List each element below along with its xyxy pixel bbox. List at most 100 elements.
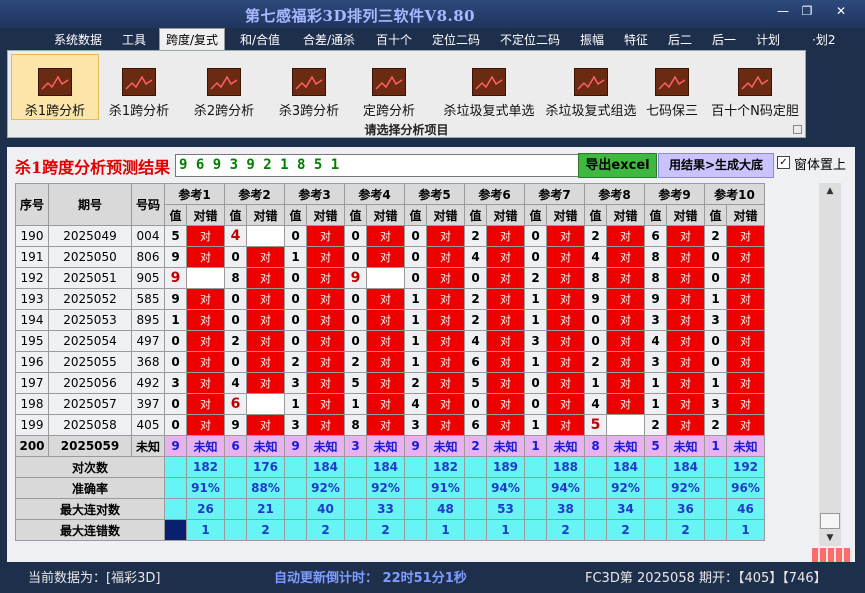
- table-row[interactable]: 194 2025053 895 1 对 0 对 0 对 0 对 1 对 2 对 1 对 0 对 3 对 3 对: [15, 309, 765, 331]
- value-cell: 3: [404, 414, 427, 436]
- ok-subheader: 对错: [246, 204, 285, 226]
- ribbon-expand-icon[interactable]: [793, 125, 802, 134]
- hit-cell: 对: [246, 372, 285, 394]
- miss-cell: [366, 267, 405, 289]
- miss-cell: [186, 267, 225, 289]
- value-cell: 2: [584, 351, 607, 373]
- value-cell: 1: [404, 288, 427, 310]
- value-subheader: 值: [584, 204, 607, 226]
- menu-system-data[interactable]: 系统数据: [54, 31, 102, 48]
- hit-cell: 对: [486, 372, 525, 394]
- hit-cell: 对: [486, 393, 525, 415]
- minimize-button[interactable]: —: [772, 4, 794, 18]
- stats-label: 最大连对数: [15, 498, 165, 520]
- period-cell: 2025059: [48, 435, 132, 457]
- ribbon-seven-code[interactable]: 七码保三: [638, 54, 706, 119]
- table-row[interactable]: 190 2025049 004 5 对 4 0 对 0 对 0 对 2 对 0 对 2 对 6 对 2 对: [15, 225, 765, 247]
- menu-plan[interactable]: 计划: [756, 31, 780, 48]
- menu-last-one[interactable]: 后一: [712, 31, 736, 48]
- hit-cell: 对: [666, 393, 705, 415]
- menu-position-two[interactable]: 定位二码: [432, 31, 480, 48]
- hit-cell: 对: [366, 414, 405, 436]
- hit-cell: 对: [546, 393, 585, 415]
- ribbon-kill1-span[interactable]: 杀1跨分析: [96, 54, 182, 119]
- result-field[interactable]: 9 6 9 3 9 2 1 8 5 1: [175, 154, 580, 177]
- value-cell: 2: [344, 351, 367, 373]
- hit-cell: 对: [246, 414, 285, 436]
- hit-cell: 对: [306, 288, 345, 310]
- export-excel-button[interactable]: 导出excel: [578, 153, 657, 178]
- pending-status-cell: 未知: [666, 435, 705, 457]
- table-row[interactable]: 197 2025056 492 3 对 4 对 3 对 5 对 2 对 5 对 0 对 1 对 1 对 1 对: [15, 372, 765, 394]
- hit-cell: 对: [606, 246, 645, 268]
- ribbon-kill1-span-selected[interactable]: 杀1跨分析: [11, 54, 99, 120]
- value-cell: 1: [404, 309, 427, 331]
- table-row[interactable]: 195 2025054 497 0 对 2 对 0 对 0 对 1 对 4 对 3 对 0 对 4 对 0 对: [15, 330, 765, 352]
- predicted-value-cell: 9: [404, 435, 427, 457]
- ribbon-kill2-span[interactable]: 杀2跨分析: [181, 54, 267, 119]
- period-cell: 2025058: [48, 414, 132, 436]
- table-row[interactable]: 198 2025057 397 0 对 6 1 对 1 对 4 对 0 对 0 对 4 对 1 对 3 对: [15, 393, 765, 415]
- table-row[interactable]: 193 2025052 585 9 对 0 对 0 对 0 对 1 对 2 对 1 对 9 对 9 对 1 对: [15, 288, 765, 310]
- value-cell: 6: [464, 414, 487, 436]
- hit-cell: 对: [486, 309, 525, 331]
- hit-cell: 对: [606, 351, 645, 373]
- table-row[interactable]: 192 2025051 905 9 8 对 0 对 9 0 对 0 对 2 对 8 对 8 对 0 对: [15, 267, 765, 289]
- chart-icon: [738, 68, 772, 96]
- ribbon-label: 定跨分析: [362, 104, 415, 119]
- hit-cell: 对: [726, 288, 765, 310]
- value-cell: 0: [164, 393, 187, 415]
- ribbon-kill3-span[interactable]: 杀3跨分析: [266, 54, 352, 119]
- generate-base-button[interactable]: 用结果>生成大底: [658, 153, 774, 178]
- seq-cell: 191: [15, 246, 49, 268]
- stats-value-cell: 36: [666, 498, 705, 520]
- scroll-up-icon[interactable]: ▲: [819, 183, 841, 199]
- hit-cell: 对: [186, 225, 225, 247]
- menu-tools[interactable]: 工具: [122, 31, 146, 48]
- topmost-checkbox[interactable]: ✓: [777, 156, 790, 169]
- stats-spacer: [404, 519, 427, 541]
- ribbon-kill-junk-single[interactable]: 杀垃圾复式单选: [436, 54, 542, 119]
- period-cell: 2025049: [48, 225, 132, 247]
- scroll-thumb[interactable]: [820, 513, 840, 529]
- stats-spacer: [644, 519, 667, 541]
- close-button[interactable]: ✕: [830, 4, 852, 18]
- menu-feature[interactable]: 特征: [624, 31, 648, 48]
- value-cell: 1: [524, 351, 547, 373]
- value-cell: 0: [284, 267, 307, 289]
- menu-nonposition-two[interactable]: 不定位二码: [500, 31, 560, 48]
- menu-amplitude[interactable]: 振幅: [580, 31, 604, 48]
- menu-diff-kill[interactable]: 合差/通杀: [303, 31, 355, 48]
- progress-indicator: [812, 548, 852, 562]
- stats-value-cell: 26: [186, 498, 225, 520]
- restore-button[interactable]: ❐: [796, 4, 818, 18]
- value-cell: 2: [584, 225, 607, 247]
- hit-cell: 对: [726, 372, 765, 394]
- menu-hundred-ten-one[interactable]: 百十个: [376, 31, 412, 48]
- menu-span-compound[interactable]: 跨度/复式: [159, 28, 226, 51]
- menu-sum-value[interactable]: 和/合值: [240, 31, 280, 48]
- stats-spacer: [404, 477, 427, 499]
- menu-plan-2[interactable]: ·划2: [812, 31, 835, 48]
- hit-cell: 对: [486, 267, 525, 289]
- ribbon-fixed-span[interactable]: 定跨分析: [346, 54, 432, 119]
- value-cell: 1: [704, 372, 727, 394]
- value-cell: 2: [464, 288, 487, 310]
- hit-cell: 对: [246, 246, 285, 268]
- table-row[interactable]: 196 2025055 368 0 对 0 对 2 对 2 对 1 对 6 对 1 对 2 对 3 对 0 对: [15, 351, 765, 373]
- ribbon-n-code-gall[interactable]: 百十个N码定胆: [707, 54, 803, 119]
- ribbon-kill-junk-group[interactable]: 杀垃圾复式组选: [538, 54, 644, 119]
- vertical-scrollbar[interactable]: ▲ ▼: [819, 183, 841, 546]
- pending-row[interactable]: 200 2025059 未知 9 未知 6 未知 9 未知 3 未知 9 未知 2 未知 1 未知 8 未知 5 未知 1…: [15, 435, 765, 457]
- seq-cell: 196: [15, 351, 49, 373]
- stats-row: 对次数 182 176 184 184 182 189 188 184 184 192: [15, 456, 765, 478]
- chart-icon: [122, 68, 156, 96]
- menu-last-two[interactable]: 后二: [668, 31, 692, 48]
- hit-cell: 对: [306, 330, 345, 352]
- stats-label: 对次数: [15, 456, 165, 478]
- table-row[interactable]: 199 2025058 405 0 对 9 对 3 对 8 对 3 对 6 对 1 对 5 2 对 2 对: [15, 414, 765, 436]
- scroll-down-icon[interactable]: ▼: [819, 530, 841, 546]
- table-row[interactable]: 191 2025050 806 9 对 0 对 1 对 0 对 0 对 4 对 0 对 4 对 8 对 0 对: [15, 246, 765, 268]
- value-subheader: 值: [344, 204, 367, 226]
- hit-cell: 对: [546, 351, 585, 373]
